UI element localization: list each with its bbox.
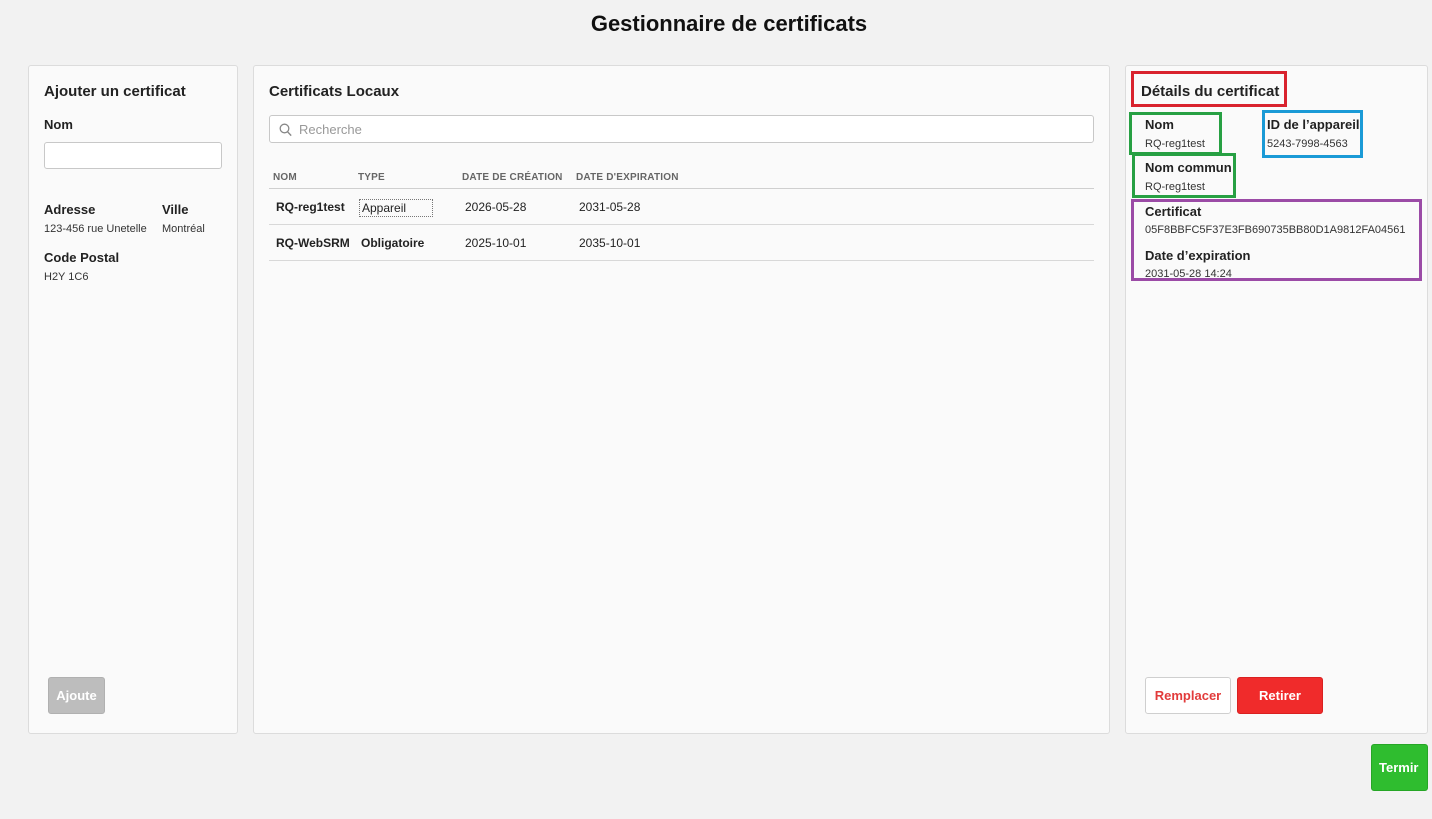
search-input[interactable]	[299, 120, 1079, 138]
certificate-value: 05F8BBFC5F37E3FB690735BB80D1A9812FA04561	[1145, 224, 1406, 236]
row-expires: 2035-10-01	[579, 236, 641, 250]
postal-code-value: H2Y 1C6	[44, 271, 89, 283]
device-id-label: ID de l’appareil	[1267, 117, 1360, 132]
row-expires: 2031-05-28	[579, 200, 641, 214]
add-panel-title: Ajouter un certificat	[44, 83, 186, 100]
search-icon	[279, 123, 292, 137]
name-label: Nom	[44, 117, 73, 132]
remove-button[interactable]: Retirer	[1237, 677, 1323, 714]
table-row[interactable]: RQ-WebSRM Obligatoire 2025-10-01 2035-10…	[269, 225, 1094, 261]
city-label: Ville	[162, 202, 189, 217]
page-title: Gestionnaire de certificats	[590, 11, 868, 36]
table-header: NOM TYPE DATE DE CRÉATION DATE D'EXPIRAT…	[269, 170, 1094, 189]
search-box[interactable]	[269, 115, 1094, 143]
certificates-table: NOM TYPE DATE DE CRÉATION DATE D'EXPIRAT…	[269, 170, 1094, 261]
city-value: Montréal	[162, 223, 205, 235]
add-certificate-panel: Ajouter un certificat Nom Adresse 123-45…	[28, 65, 238, 734]
common-name-label: Nom commun	[1145, 160, 1232, 175]
device-id-value: 5243-7998-4563	[1267, 138, 1348, 150]
finish-button[interactable]: Termir	[1371, 744, 1428, 791]
details-name-label: Nom	[1145, 117, 1174, 132]
address-value: 123-456 rue Unetelle	[44, 223, 147, 235]
row-name: RQ-WebSRM	[276, 236, 350, 250]
row-type: Appareil	[359, 199, 434, 217]
column-header-type[interactable]: TYPE	[358, 172, 385, 183]
row-created: 2025-10-01	[465, 236, 527, 250]
column-header-name[interactable]: NOM	[273, 172, 297, 183]
address-label: Adresse	[44, 202, 96, 217]
column-header-expires[interactable]: DATE D'EXPIRATION	[576, 172, 679, 183]
certificate-label: Certificat	[1145, 204, 1202, 219]
column-header-created[interactable]: DATE DE CRÉATION	[462, 172, 563, 183]
row-type: Obligatoire	[361, 236, 425, 250]
expiry-label: Date d’expiration	[1145, 248, 1251, 263]
row-created: 2026-05-28	[465, 200, 527, 214]
expiry-value: 2031-05-28 14:24	[1145, 268, 1232, 280]
replace-button[interactable]: Remplacer	[1145, 677, 1231, 714]
certificate-details-panel: Détails du certificat Nom RQ-reg1test ID…	[1125, 65, 1428, 734]
details-panel-title: Détails du certificat	[1141, 83, 1280, 100]
local-panel-title: Certificats Locaux	[269, 83, 400, 100]
add-button[interactable]: Ajoute	[48, 677, 105, 714]
local-certificates-panel: Certificats Locaux NOM TYPE DATE DE CRÉA…	[253, 65, 1110, 734]
postal-code-label: Code Postal	[44, 250, 120, 265]
name-input[interactable]	[44, 142, 222, 169]
table-row[interactable]: RQ-reg1test Appareil 2026-05-28 2031-05-…	[269, 189, 1094, 225]
common-name-value: RQ-reg1test	[1145, 181, 1205, 193]
row-name: RQ-reg1test	[276, 200, 345, 214]
details-name-value: RQ-reg1test	[1145, 138, 1205, 150]
